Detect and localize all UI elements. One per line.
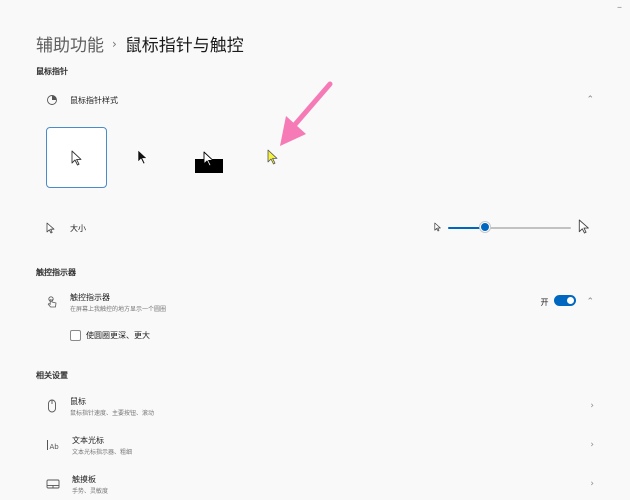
slider-thumb[interactable] [480,222,490,232]
breadcrumb-separator: › [112,36,117,51]
mouse-icon [46,399,58,413]
small-pointer-icon [434,222,442,232]
related-item-touchpad[interactable]: 触摸板 手势、灵敏度 › [46,473,594,495]
breadcrumb-parent[interactable]: 辅助功能 [36,31,104,56]
related-item-title: 文本光标 [72,435,104,445]
svg-text:Ab: Ab [50,443,60,451]
section-label-touch: 触控指示器 [36,268,76,277]
related-item-text: 触摸板 手势、灵敏度 [72,474,108,495]
toggle-knob [567,297,574,304]
pointer-style-black[interactable] [128,142,158,172]
touch-indicator-text: 触控指示器 在屏幕上我触控的地方显示一个圆圈 [70,292,166,313]
breadcrumb: 辅助功能 › 鼠标指针与触控 [36,31,244,56]
pointer-style-inverted[interactable] [191,150,225,174]
related-item-mouse[interactable]: 鼠标 鼠标指针速度、主要按钮、滚动 › [46,395,594,417]
minimize-button[interactable]: – [617,2,622,13]
window-controls: – [617,2,622,13]
pointer-size-row: 大小 [46,221,166,235]
large-pointer-icon [578,218,591,235]
chevron-up-icon[interactable]: ⌃ [586,95,594,105]
touch-indicator-toggle[interactable] [554,295,576,306]
inverted-pointer-icon [195,151,223,173]
related-item-text: 文本光标 文本光标指示器、粗细 [72,435,132,456]
touch-hand-icon [46,296,58,308]
related-item-title: 鼠标 [70,396,86,406]
pointer-style-title: 鼠标指针样式 [70,95,118,105]
pointer-size-title: 大小 [70,223,86,233]
chevron-right-icon: › [590,479,594,489]
pointer-size-icon [46,222,56,234]
black-pointer-icon [137,149,148,165]
deeper-circle-label: 使圆圈更深、更大 [86,331,150,340]
pointer-style-icon [46,94,58,106]
related-item-title: 触摸板 [72,474,96,484]
touch-indicator-title: 触控指示器 [70,292,110,302]
related-item-subtitle: 手势、灵敏度 [72,487,109,495]
pointer-style-white[interactable] [46,127,107,188]
deeper-circle-checkbox[interactable] [70,330,81,341]
related-item-text: 鼠标 鼠标指针速度、主要按钮、滚动 [70,396,154,417]
related-item-subtitle: 鼠标指针速度、主要按钮、滚动 [70,409,155,417]
touch-indicator-subtitle: 在屏幕上我触控的地方显示一个圆圈 [70,305,167,313]
white-pointer-icon [71,150,81,165]
touchpad-icon [46,478,60,490]
toggle-state-label: 开 [540,297,549,307]
section-label-related: 相关设置 [36,371,68,380]
touch-indicator-row: 触控指示器 在屏幕上我触控的地方显示一个圆圈 开 ⌃ [46,291,594,313]
page-title: 鼠标指针与触控 [124,36,244,56]
chevron-up-icon[interactable]: ⌃ [586,297,594,307]
section-label-pointer: 鼠标指针 [36,67,68,76]
chevron-right-icon: › [590,401,594,411]
text-cursor-icon: Ab [46,439,60,451]
related-item-text-cursor[interactable]: Ab 文本光标 文本光标指示器、粗细 › [46,434,594,456]
chevron-right-icon: › [590,440,594,450]
pink-arrow-icon [280,81,333,146]
related-item-subtitle: 文本光标指示器、粗细 [72,448,133,456]
